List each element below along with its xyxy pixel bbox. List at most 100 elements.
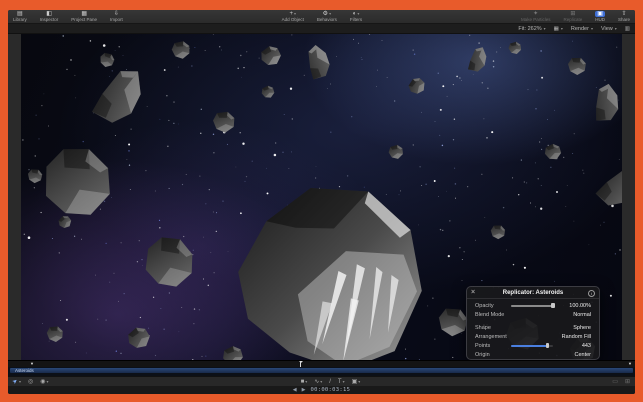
asteroid bbox=[141, 232, 199, 290]
info-icon[interactable]: i bbox=[588, 290, 595, 297]
hud-row-arrangement: ArrangementRandom Fill bbox=[475, 332, 591, 341]
toolbar-button-label: Replicate bbox=[563, 18, 582, 23]
chevron-down-icon: ▾ bbox=[357, 12, 359, 16]
toolbar-button-share[interactable]: ⇧Share bbox=[616, 10, 632, 23]
hud-param-value[interactable]: Random Fill bbox=[557, 334, 591, 340]
hud-row-origin: OriginCenter bbox=[475, 350, 591, 359]
layout-icon[interactable]: ▥ bbox=[625, 26, 630, 32]
toolbar-right-group: ✦Make Particles ⊞Replicate ▣HUD ⇧Share bbox=[519, 10, 632, 23]
hud-param-value[interactable]: Normal bbox=[557, 312, 591, 318]
screenshot-frame: ▤Library◧Inspector▦Project Pane⇩Import +… bbox=[0, 0, 643, 402]
asteroid bbox=[40, 144, 115, 219]
tool-button-select-transform-tool[interactable]: ➤▾ bbox=[13, 379, 21, 385]
toolbar-button-make-particles[interactable]: ✦Make Particles bbox=[519, 10, 553, 23]
asteroid bbox=[545, 144, 561, 159]
asteroid bbox=[211, 108, 238, 135]
canvas-scene[interactable]: × Replicator: Asteroids i Opacity100.00%… bbox=[21, 34, 622, 360]
tool-button-mask-tool[interactable]: ▣▾ bbox=[352, 379, 361, 385]
current-timecode[interactable]: 00:00:03:15 bbox=[310, 387, 350, 393]
tool-button-camera-icon[interactable]: ▭ bbox=[612, 379, 618, 385]
zoom-level-popup[interactable]: Fit: 262% ▾ bbox=[518, 26, 545, 32]
asteroid bbox=[262, 86, 275, 98]
channels-popup[interactable]: ▦ ▾ bbox=[554, 26, 563, 32]
misc-tools-group: ▭⊞ bbox=[612, 379, 630, 385]
hud-param-value[interactable]: Sphere bbox=[557, 325, 591, 331]
toolbar-button-label: Share bbox=[618, 18, 630, 23]
slider-fill bbox=[511, 345, 548, 347]
toolbar-button-inspector[interactable]: ◧Inspector bbox=[38, 10, 61, 23]
slider-fill bbox=[511, 305, 553, 307]
asteroid bbox=[82, 64, 155, 130]
mini-timeline: Asteroids bbox=[8, 367, 635, 376]
asteroid bbox=[260, 45, 283, 67]
asteroid bbox=[57, 214, 73, 229]
asteroid bbox=[508, 41, 522, 55]
toolbar-button-label: Make Particles bbox=[521, 18, 551, 23]
asteroid bbox=[302, 44, 334, 83]
tool-button-line-tool[interactable]: / bbox=[329, 379, 331, 385]
toolbar-button-behaviors[interactable]: ⚙▾Behaviors bbox=[315, 10, 339, 23]
canvas-pasteboard: × Replicator: Asteroids i Opacity100.00%… bbox=[8, 34, 635, 360]
rectangle-tool: ■ bbox=[301, 379, 305, 385]
toolbar-button-label: HUD bbox=[595, 18, 605, 23]
go-to-start-button[interactable]: ◀ bbox=[293, 387, 297, 393]
hud-row-opacity: Opacity100.00% bbox=[475, 301, 591, 310]
hud-param-label: Arrangement bbox=[475, 334, 557, 340]
tool-button-keyframe-grid-icon[interactable]: ⊞ bbox=[625, 379, 630, 385]
chevron-down-icon: ▾ bbox=[47, 380, 49, 384]
tool-button-text-tool[interactable]: T▾ bbox=[338, 379, 345, 385]
asteroid bbox=[388, 144, 405, 160]
toolbar-button-replicate[interactable]: ⊞Replicate bbox=[561, 10, 584, 23]
asteroid bbox=[565, 54, 588, 77]
render-popup[interactable]: Render ▾ bbox=[571, 26, 593, 32]
toolbar-button-hud[interactable]: ▣HUD bbox=[593, 10, 607, 23]
hud-param-value[interactable]: Center bbox=[557, 352, 591, 358]
hud-param-value: 443 bbox=[557, 343, 591, 349]
chevron-down-icon: ▾ bbox=[343, 380, 345, 384]
hud-param-label: Opacity bbox=[475, 303, 511, 309]
motion-app-window: ▤Library◧Inspector▦Project Pane⇩Import +… bbox=[8, 10, 635, 394]
play-button[interactable]: ▶ bbox=[302, 387, 306, 393]
close-icon[interactable]: × bbox=[471, 288, 475, 297]
toolbar-button-project-pane[interactable]: ▦Project Pane bbox=[69, 10, 99, 23]
hud-panel[interactable]: × Replicator: Asteroids i Opacity100.00%… bbox=[466, 286, 600, 360]
hud-param-label: Points bbox=[475, 343, 511, 349]
render-label: Render bbox=[571, 26, 589, 32]
chevron-down-icon: ▾ bbox=[591, 26, 593, 31]
tool-button-rectangle-tool[interactable]: ■▾ bbox=[301, 379, 308, 385]
camera-icon: ▭ bbox=[612, 379, 618, 385]
toolbar-center-group: +▾Add Object⚙▾Behaviors◐▾Filters bbox=[280, 10, 365, 23]
hud-title-bar[interactable]: × Replicator: Asteroids i bbox=[467, 287, 599, 299]
view-popup[interactable]: View ▾ bbox=[601, 26, 617, 32]
mini-timeline-ruler[interactable]: ▼ ▼ bbox=[8, 360, 635, 367]
hud-param-label: Origin bbox=[475, 352, 557, 358]
toolbar-button-label: Inspector bbox=[40, 18, 59, 23]
toolbar-button-import[interactable]: ⇩Import bbox=[108, 10, 125, 23]
hud-slider[interactable] bbox=[511, 305, 553, 307]
slider-knob[interactable] bbox=[551, 303, 555, 308]
zoom-level-label: Fit: 262% bbox=[518, 26, 541, 32]
hud-title: Replicator: Asteroids bbox=[503, 290, 563, 296]
asteroid bbox=[585, 81, 622, 127]
chevron-down-icon: ▾ bbox=[19, 380, 21, 384]
chevron-down-icon: ▾ bbox=[294, 12, 296, 16]
tool-button-anchor-point-tool[interactable]: ◎ bbox=[28, 379, 33, 385]
tool-button-view-3d-tool[interactable]: ◉▾ bbox=[40, 379, 48, 385]
toolbar-button-library[interactable]: ▤Library bbox=[11, 10, 29, 23]
bottom-tool-bar: ➤▾◎◉▾ ■▾∿▾/T▾▣▾ ▭⊞ bbox=[8, 376, 635, 386]
line-tool: / bbox=[329, 379, 331, 385]
timeline-layer-bar[interactable]: Asteroids bbox=[10, 368, 633, 373]
hud-row-blend-mode: Blend ModeNormal bbox=[475, 310, 591, 319]
transform-tools-group: ➤▾ ◎ ◉▾ bbox=[13, 379, 49, 385]
main-toolbar: ▤Library◧Inspector▦Project Pane⇩Import +… bbox=[8, 10, 635, 24]
tool-button-bezier-tool[interactable]: ∿▾ bbox=[314, 379, 322, 385]
toolbar-button-filters[interactable]: ◐▾Filters bbox=[348, 10, 364, 23]
hud-slider[interactable] bbox=[511, 345, 553, 347]
stepper-icon: ▾ bbox=[544, 26, 546, 31]
asteroid bbox=[230, 178, 429, 360]
text-tool: T bbox=[338, 379, 342, 385]
toolbar-button-add-object[interactable]: +▾Add Object bbox=[280, 10, 306, 23]
slider-knob[interactable] bbox=[546, 343, 550, 348]
asteroid bbox=[406, 75, 428, 96]
toolbar-button-label: Add Object bbox=[282, 18, 304, 23]
